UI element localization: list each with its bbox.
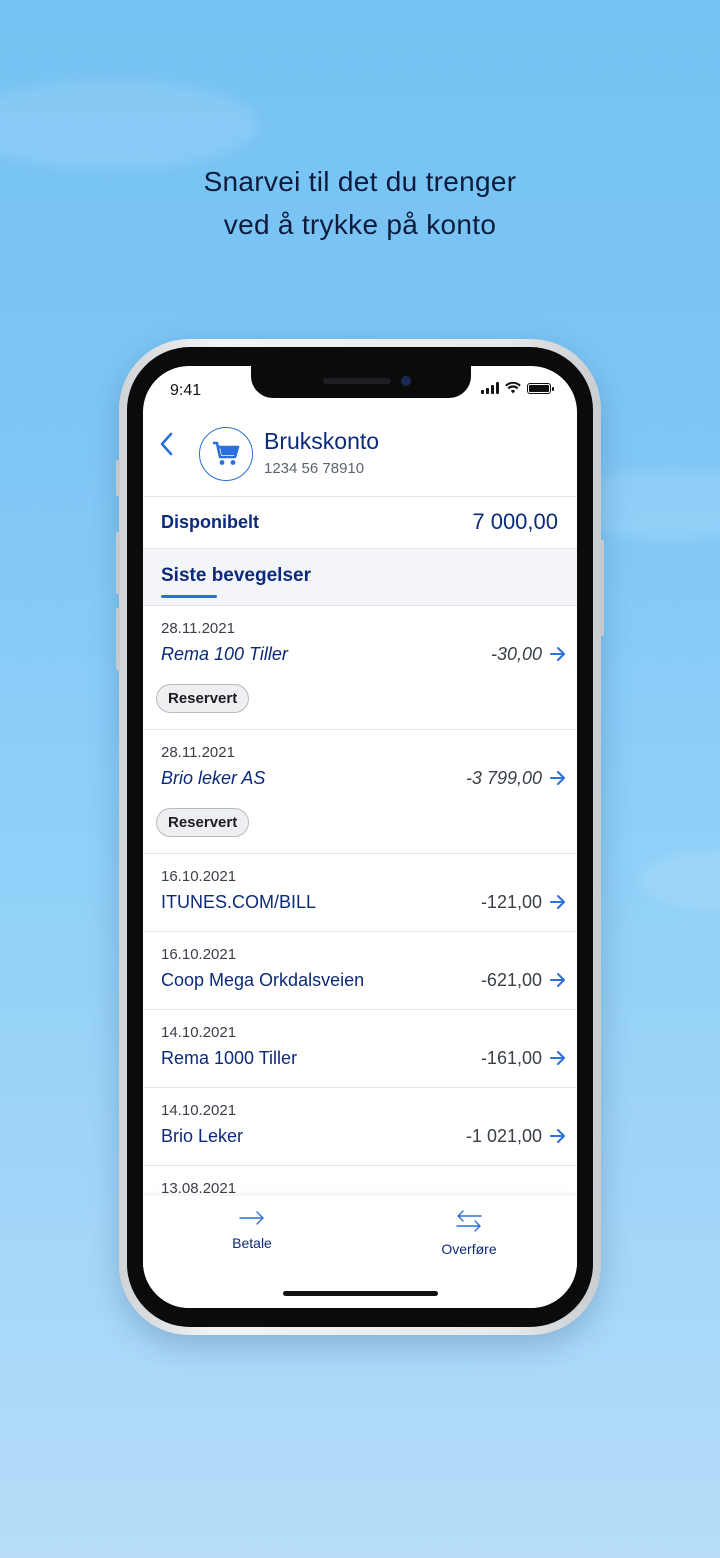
bottom-tab-bar: Betale Overføre	[143, 1196, 577, 1308]
transaction-description: ITUNES.COM/BILL	[161, 892, 317, 912]
account-name: Brukskonto	[264, 428, 380, 454]
transaction-date: 28.11.2021	[161, 744, 235, 761]
headline-line-1: Snarvei til det du trenger	[203, 166, 517, 197]
transaction-date: 13.08.2021	[161, 1180, 237, 1196]
transaction-amount: -161,00	[480, 1048, 542, 1068]
transaction-amount: -121,00	[480, 892, 542, 912]
status-badge: Reservert	[156, 808, 250, 837]
tab-recent-transactions[interactable]: Siste bevegelser	[161, 565, 311, 587]
phone-side-button	[116, 460, 120, 496]
transaction-date: 16.10.2021	[161, 868, 237, 885]
battery-icon	[527, 382, 554, 394]
account-header: Brukskonto 1234 56 78910	[143, 418, 577, 497]
status-icons	[481, 382, 554, 394]
transaction-description: Rema 100 Tiller	[161, 644, 288, 664]
account-avatar	[199, 427, 253, 481]
transfer-arrows-icon	[456, 1210, 482, 1232]
section-header: Siste bevegelser	[143, 549, 577, 606]
headline-line-2: ved å trykke på konto	[223, 209, 497, 240]
tab-underline	[161, 595, 217, 598]
transaction-row[interactable]: 14.10.2021 Brio Leker -1 021,00	[143, 1088, 577, 1166]
phone-volume-down	[116, 608, 120, 670]
transaction-amount: -30,00	[490, 644, 542, 664]
available-amount: 7 000,00	[472, 509, 558, 534]
transaction-date: 28.11.2021	[161, 620, 235, 637]
transaction-row[interactable]: 16.10.2021 ITUNES.COM/BILL -121,00	[143, 854, 577, 932]
transaction-amount: -621,00	[480, 970, 542, 990]
transaction-amount: -1 021,00	[465, 1126, 542, 1146]
account-number: 1234 56 78910	[264, 460, 365, 477]
wifi-icon	[505, 382, 521, 394]
transaction-description: Brio Leker	[161, 1126, 244, 1146]
transaction-description: Brio leker AS	[161, 768, 266, 788]
transaction-date: 16.10.2021	[161, 946, 237, 963]
arrow-right-icon	[550, 1129, 565, 1143]
transaction-row[interactable]: 28.11.2021 Rema 100 Tiller -30,00 Reserv…	[143, 606, 577, 730]
chevron-left-icon[interactable]	[159, 432, 173, 462]
status-badge: Reservert	[156, 684, 250, 713]
arrow-right-icon	[550, 647, 565, 661]
transaction-amount: -3 799,00	[465, 768, 542, 788]
arrow-right-icon	[239, 1211, 264, 1225]
transaction-row[interactable]: 16.10.2021 Coop Mega Orkdalsveien -621,0…	[143, 932, 577, 1010]
arrow-right-icon	[550, 895, 565, 909]
arrow-right-icon	[550, 973, 565, 987]
cellular-signal-icon	[481, 382, 499, 394]
phone-power-button	[600, 540, 604, 636]
arrow-right-icon	[550, 771, 565, 785]
transaction-description: Coop Mega Orkdalsveien	[161, 970, 365, 990]
transaction-row[interactable]: 14.10.2021 Rema 1000 Tiller -161,00	[143, 1010, 577, 1088]
headline: Snarvei til det du trenger ved å trykke …	[0, 160, 720, 246]
phone-screen: 9:41 Brukskonto 1234 56 78910 Disponibel…	[143, 366, 577, 1308]
tab-pay[interactable]: Betale	[197, 1210, 307, 1251]
tab-pay-label: Betale	[232, 1235, 272, 1251]
available-balance-row: Disponibelt 7 000,00	[143, 497, 577, 549]
transaction-date: 14.10.2021	[161, 1024, 237, 1041]
transaction-row[interactable]: 28.11.2021 Brio leker AS -3 799,00 Reser…	[143, 730, 577, 854]
tab-transfer-label: Overføre	[441, 1241, 497, 1257]
tab-transfer[interactable]: Overføre	[414, 1210, 524, 1257]
notch	[251, 366, 471, 398]
transaction-description: Rema 1000 Tiller	[161, 1048, 298, 1068]
phone-volume-up	[116, 532, 120, 594]
arrow-right-icon	[550, 1051, 565, 1065]
available-label: Disponibelt	[161, 512, 259, 532]
transaction-date: 14.10.2021	[161, 1102, 237, 1119]
transaction-list[interactable]: 28.11.2021 Rema 100 Tiller -30,00 Reserv…	[143, 606, 577, 1196]
shopping-cart-icon	[213, 441, 240, 465]
home-indicator	[283, 1291, 438, 1296]
transaction-row[interactable]: 13.08.2021	[143, 1166, 577, 1196]
status-time: 9:41	[170, 382, 202, 399]
